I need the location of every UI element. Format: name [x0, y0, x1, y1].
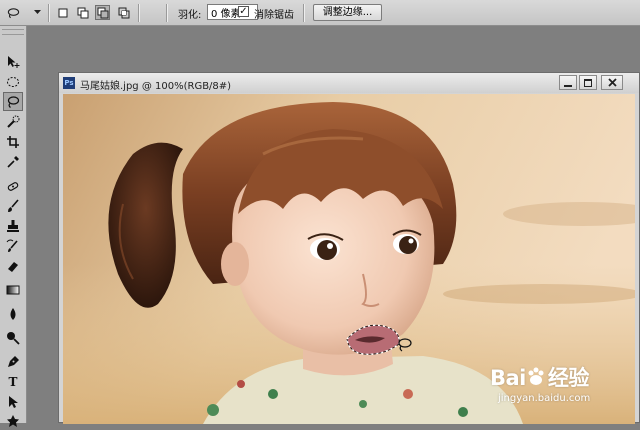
eyedropper-tool-icon[interactable] — [3, 152, 23, 171]
shape-tool-icon[interactable] — [3, 411, 23, 430]
photoshop-app-icon: Ps — [63, 77, 75, 89]
antialias-checkbox[interactable]: ✓ — [238, 6, 249, 17]
type-tool-glyph: T — [8, 374, 18, 389]
watermark-logo-text: Bai — [490, 366, 526, 390]
gradient-tool-icon[interactable] — [3, 280, 23, 299]
tools-panel: T — [0, 26, 27, 427]
pen-tool-icon[interactable] — [3, 352, 23, 371]
dodge-tool-icon[interactable] — [3, 328, 23, 347]
chevron-down-icon[interactable] — [33, 5, 42, 20]
marquee-tool-icon[interactable] — [3, 72, 23, 91]
watermark-logo-suffix: 经验 — [547, 366, 590, 390]
history-brush-tool-icon[interactable] — [3, 236, 23, 255]
blur-tool-icon[interactable] — [3, 304, 23, 323]
divider — [303, 4, 305, 22]
crop-tool-icon[interactable] — [3, 132, 23, 151]
maximize-icon[interactable] — [579, 75, 597, 90]
paw-icon — [528, 367, 544, 385]
divider — [166, 4, 168, 22]
refine-edge-button[interactable]: 调整边缘... — [313, 4, 382, 21]
type-tool-icon[interactable]: T — [3, 372, 23, 391]
feather-label: 羽化: — [178, 10, 202, 21]
intersect-selection-button[interactable] — [116, 5, 131, 20]
antialias-label: 消除锯齿 — [254, 10, 294, 21]
lasso-tool-icon[interactable] — [3, 92, 23, 111]
healing-brush-tool-icon[interactable] — [3, 176, 23, 195]
divider — [48, 4, 50, 22]
document-title: 马尾姑娘.jpg @ 100%(RGB/8#) — [80, 81, 232, 92]
eraser-tool-icon[interactable] — [3, 256, 23, 275]
clone-stamp-tool-icon[interactable] — [3, 216, 23, 235]
options-bar: 羽化: ✓ 消除锯齿 调整边缘... — [0, 0, 640, 26]
brush-tool-icon[interactable] — [3, 196, 23, 215]
subtract-from-selection-button[interactable] — [95, 5, 110, 20]
add-to-selection-button[interactable] — [75, 5, 90, 20]
baidu-watermark-logo: Bai 经验 — [490, 362, 589, 392]
quick-selection-tool-icon[interactable] — [3, 112, 23, 131]
lasso-preset-icon[interactable] — [6, 5, 21, 20]
watermark-url: jingyan.baidu.com — [498, 393, 591, 404]
path-selection-tool-icon[interactable] — [3, 392, 23, 411]
divider — [138, 4, 140, 22]
feather-input[interactable] — [207, 4, 258, 20]
move-tool-icon[interactable] — [3, 52, 23, 71]
new-selection-button[interactable] — [55, 5, 70, 20]
close-icon[interactable] — [601, 75, 623, 90]
document-titlebar[interactable]: Ps 马尾姑娘.jpg @ 100%(RGB/8#) — [59, 73, 639, 93]
minimize-icon[interactable] — [559, 75, 577, 90]
panel-grip[interactable] — [2, 29, 24, 35]
